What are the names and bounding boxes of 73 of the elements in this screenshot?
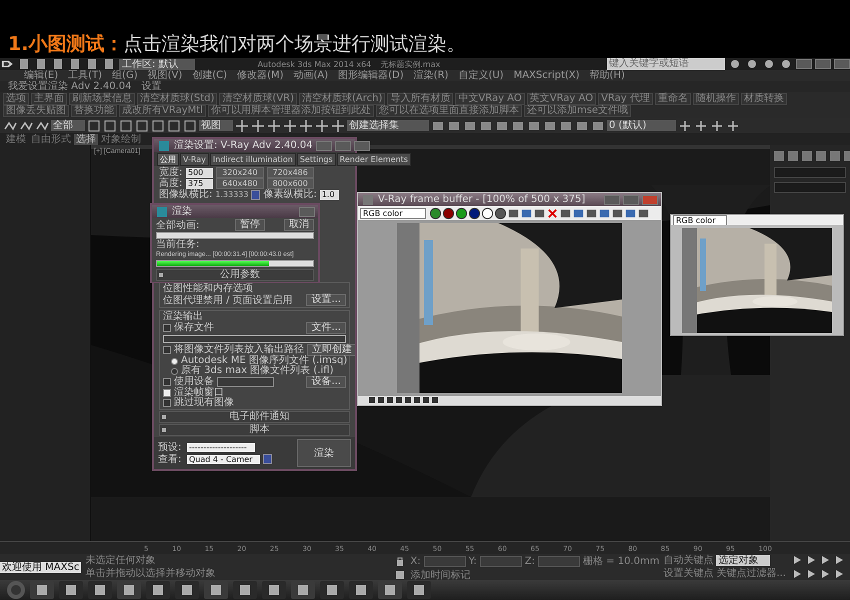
script-button[interactable]: 清空材质球(Arch) xyxy=(299,93,386,105)
menu-item[interactable]: 动画(A) xyxy=(294,70,328,81)
script-button[interactable]: 图像丢失贴图 xyxy=(3,105,69,117)
script-listener-field[interactable]: 欢迎使用 MAXSc xyxy=(0,562,82,572)
app-icon[interactable] xyxy=(174,580,200,600)
menu-item[interactable]: 修改器(M) xyxy=(237,70,284,81)
script-button[interactable]: 替换功能 xyxy=(71,105,117,117)
script-button[interactable]: 随机操作 xyxy=(692,93,739,105)
ribbon-tab[interactable]: 选择 xyxy=(74,134,98,144)
y-label: Y: xyxy=(468,556,477,566)
ribbon-tab[interactable]: 对象绘制 xyxy=(99,134,143,144)
app-icon[interactable] xyxy=(319,580,345,600)
coordinate-dropdown[interactable]: 视图 xyxy=(199,120,233,131)
x-field[interactable] xyxy=(424,556,466,566)
set-key-button[interactable]: 设置关键点 xyxy=(663,568,714,579)
script-button[interactable]: 刷新场景信息 xyxy=(69,93,135,105)
app-icon[interactable] xyxy=(232,580,258,600)
script-button[interactable]: 英文VRay AO xyxy=(526,93,596,105)
script-button[interactable]: 选项 xyxy=(3,93,29,105)
selection-set-dropdown[interactable]: 创建选择集 xyxy=(347,120,429,131)
app-icon[interactable] xyxy=(348,580,374,600)
z-label: Z: xyxy=(524,556,535,566)
app-icon[interactable] xyxy=(145,580,171,600)
plus-icon[interactable] xyxy=(694,118,708,132)
app-icon[interactable] xyxy=(58,580,84,600)
script-button[interactable]: 导入所有材质 xyxy=(387,93,454,105)
script-button[interactable]: 您可以在选项里面直接添加脚本 xyxy=(376,105,522,117)
menu-item[interactable]: 视图(V) xyxy=(148,70,182,81)
menu-item[interactable]: 设置 xyxy=(141,81,162,92)
script-button[interactable]: 材质转换 xyxy=(740,93,787,105)
status-text: 未选定任何对象 xyxy=(85,555,156,566)
key-filter-button[interactable]: 关键点过滤器... xyxy=(716,568,786,579)
script-button[interactable]: 重命名 xyxy=(654,93,691,105)
workspace-dropdown[interactable]: 工作区: 默认 xyxy=(119,58,195,70)
menu-item[interactable]: 工具(T) xyxy=(68,70,102,81)
z-field[interactable] xyxy=(538,556,580,566)
menu-item[interactable]: 编辑(E) xyxy=(24,70,58,81)
ribbon-tab[interactable]: 建模 xyxy=(4,134,28,144)
script-button[interactable]: 你可以用脚本管理器添加按钮到此处 xyxy=(208,105,374,117)
name-field[interactable] xyxy=(774,167,846,178)
menu-item[interactable]: 渲染(R) xyxy=(414,70,448,81)
menu-item[interactable]: 创建(C) xyxy=(192,70,228,81)
key-mode-dropdown[interactable]: 选定对象 xyxy=(716,555,770,566)
step-title: 1.小图测试： xyxy=(8,32,124,57)
menu-item[interactable]: 组(G) xyxy=(112,70,138,81)
script-button[interactable]: 主界面 xyxy=(31,93,67,105)
menu-item[interactable]: MAXScript(X) xyxy=(514,70,580,81)
selection-filter-dropdown[interactable]: 全部 xyxy=(51,120,85,131)
menu-item[interactable]: 图形编辑器(D) xyxy=(338,70,404,81)
app-icon[interactable] xyxy=(261,580,287,600)
ribbon-tab[interactable]: 自由形式 xyxy=(29,134,73,144)
script-button[interactable]: 清空材质球(Std) xyxy=(137,93,218,105)
script-button[interactable]: 中文VRay AO xyxy=(455,93,525,105)
auto-key-button[interactable]: 自动关键点 xyxy=(663,555,714,566)
script-button[interactable]: VRay 代理 xyxy=(598,93,653,105)
layer-dropdown[interactable]: 0 (默认) xyxy=(607,120,676,131)
app-icon[interactable] xyxy=(406,580,432,600)
script-button[interactable]: 还可以添加mse文件哦 xyxy=(524,105,632,117)
prompt-text: 单击并拖动以选择并移动对象 xyxy=(85,568,216,579)
menu-item[interactable]: 我爱设置渲染 Adv 2.40.04 xyxy=(8,81,132,92)
start-button-icon[interactable] xyxy=(6,580,26,600)
x-label: X: xyxy=(410,556,421,566)
script-button[interactable]: 成改所有VRayMtl xyxy=(119,105,206,117)
caption-text: 点击渲染我们对两个场景进行测试渲染。 xyxy=(123,32,466,57)
script-button[interactable]: 清空材质球(VR) xyxy=(219,93,298,105)
file-name: 无标题实例.max xyxy=(380,58,440,70)
window-title: Autodesk 3ds Max 2014 x64 xyxy=(258,60,372,68)
grid-text: 栅格 = 10.0mm xyxy=(582,556,660,566)
y-field[interactable] xyxy=(480,556,522,566)
add-time-tag-button[interactable]: 添加时间标记 xyxy=(410,570,470,580)
menu-item[interactable]: 帮助(H) xyxy=(590,70,625,81)
app-icon[interactable] xyxy=(87,580,113,600)
menu-item[interactable]: 自定义(U) xyxy=(458,70,504,81)
